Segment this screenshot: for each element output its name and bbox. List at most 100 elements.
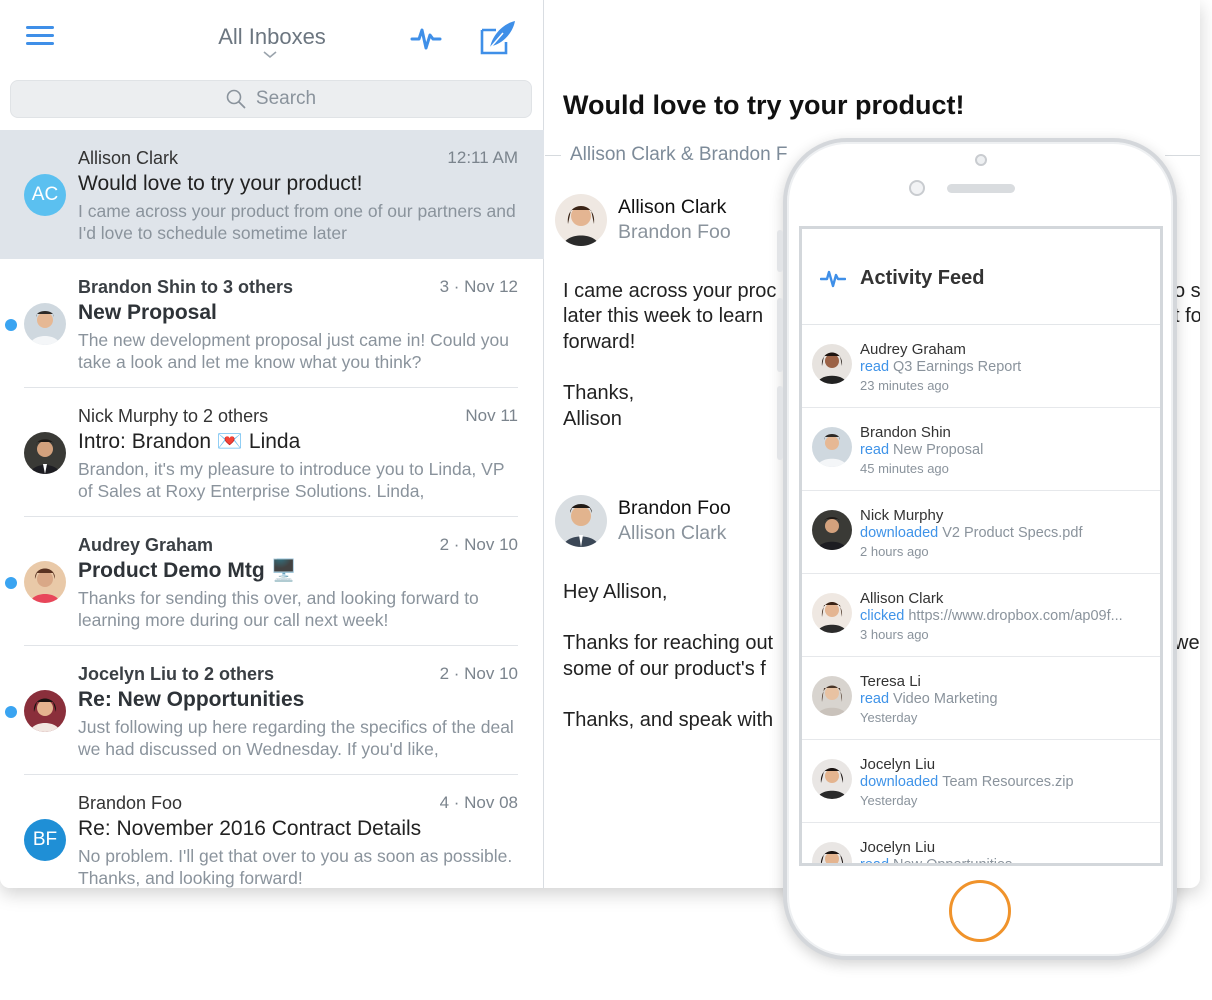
message-sender: Nick Murphy to 2 others	[78, 406, 269, 426]
activity-feed-title: Activity Feed	[860, 267, 985, 289]
camera	[975, 154, 987, 166]
unread-dot	[5, 319, 17, 331]
activity-item[interactable]: Brandon Shin read New Proposal 45 minutes…	[802, 408, 1160, 491]
message-preview: No problem. I'll get that over to you as…	[78, 846, 513, 888]
body-text: I came across your proc	[563, 280, 777, 302]
search-placeholder: Search	[255, 88, 317, 109]
activity-item[interactable]: Allison Clark clicked https://www.dropbox…	[802, 574, 1160, 657]
body-text: Thanks, and speak with	[563, 709, 774, 731]
body-text: later this week to learn	[563, 305, 764, 327]
activity-action: read New Opportunities	[860, 857, 1013, 866]
body-text: Thanks,	[563, 382, 635, 404]
thread-participants[interactable]: Allison Clark & Brandon F	[570, 144, 788, 166]
message-date: 12:11 AM	[447, 148, 518, 167]
avatar	[24, 561, 66, 603]
message-preview: The new development proposal just came i…	[78, 330, 509, 372]
activity-feed-header: Activity Feed	[802, 229, 1160, 325]
phone-device: Activity Feed Audrey Graham read Q3 Earni…	[777, 138, 1177, 960]
body-text: some of our product's f	[563, 658, 766, 680]
message-sender[interactable]: Allison Clark	[618, 196, 726, 219]
pulse-icon[interactable]	[410, 24, 442, 52]
body-text: Hey Allison,	[563, 581, 668, 603]
body-text: forward!	[563, 331, 636, 353]
message-date: 2 · Nov 10	[439, 535, 518, 554]
inbox-title[interactable]: All Inboxes	[0, 24, 544, 50]
message-row[interactable]: Brandon Shin to 3 others 3 · Nov 12 New …	[0, 259, 544, 388]
message-recipient[interactable]: Allison Clark	[618, 522, 726, 545]
activity-action: clicked https://www.dropbox.com/ap09f...	[860, 608, 1123, 624]
body-text-overflow: o s	[1174, 280, 1200, 302]
unread-dot	[5, 577, 17, 589]
thread-subject: Would love to try your product!	[563, 90, 965, 120]
search-input[interactable]: Search	[10, 80, 532, 118]
activity-time: 3 hours ago	[860, 627, 929, 642]
activity-action: read Q3 Earnings Report	[860, 359, 1022, 375]
avatar: AC	[24, 174, 66, 216]
avatar	[812, 842, 852, 863]
activity-item[interactable]: Teresa Li read Video Marketing Yesterday	[802, 657, 1160, 740]
message-row[interactable]: Audrey Graham 2 · Nov 10 Product Demo Mt…	[0, 517, 544, 646]
avatar	[24, 690, 66, 732]
message-preview: Thanks for sending this over, and lookin…	[78, 588, 479, 630]
message-sender: Allison Clark	[78, 148, 179, 168]
body-text-overflow: t fo	[1174, 305, 1200, 327]
activity-item[interactable]: Nick Murphy downloaded V2 Product Specs.p…	[802, 491, 1160, 574]
activity-time: Yesterday	[860, 710, 918, 725]
top-bar: All Inboxes	[0, 0, 544, 72]
message-sender[interactable]: Brandon Foo	[618, 497, 731, 520]
message-sender: Audrey Graham	[78, 535, 214, 555]
unread-dot	[5, 706, 17, 718]
activity-user: Brandon Shin	[860, 424, 951, 441]
message-row[interactable]: BF Brandon Foo 4 · Nov 08 Re: November 2…	[0, 775, 544, 888]
message-subject: Would love to try your product!	[78, 172, 363, 195]
home-button[interactable]	[949, 880, 1011, 942]
activity-time: 2 hours ago	[860, 544, 929, 559]
message-row[interactable]: Jocelyn Liu to 2 others 2 · Nov 10 Re: N…	[0, 646, 544, 775]
body-text: Allison	[563, 408, 622, 430]
activity-time: 23 minutes ago	[860, 378, 949, 393]
message-date: Nov 11	[465, 406, 518, 425]
avatar: BF	[24, 819, 66, 861]
avatar	[24, 303, 66, 345]
avatar	[555, 194, 607, 246]
activity-user: Audrey Graham	[860, 341, 966, 358]
body-text: Thanks for reaching out	[563, 632, 774, 654]
message-preview: Just following up here regarding the spe…	[78, 717, 514, 759]
speaker	[947, 184, 1015, 193]
activity-item[interactable]: Audrey Graham read Q3 Earnings Report 23 …	[802, 325, 1160, 408]
message-preview: Brandon, it's my pleasure to introduce y…	[78, 459, 505, 501]
avatar	[812, 759, 852, 799]
message-preview: I came across your product from one of o…	[78, 201, 516, 243]
chevron-down-icon[interactable]	[262, 50, 278, 60]
search-icon	[226, 89, 246, 109]
activity-user: Jocelyn Liu	[860, 839, 936, 856]
message-sender: Jocelyn Liu to 2 others	[78, 664, 275, 684]
message-row[interactable]: AC Allison Clark 12:11 AM Would love to …	[0, 130, 544, 259]
phone-screen: Activity Feed Audrey Graham read Q3 Earni…	[799, 226, 1163, 866]
avatar	[812, 593, 852, 633]
pulse-icon	[820, 270, 846, 288]
activity-user: Teresa Li	[860, 673, 921, 690]
message-recipient[interactable]: Brandon Foo	[618, 221, 731, 244]
message-date: 4 · Nov 08	[439, 793, 518, 812]
activity-user: Allison Clark	[860, 590, 944, 607]
message-subject: Intro: Brandon 💌 Linda	[78, 430, 301, 453]
avatar	[812, 510, 852, 550]
activity-user: Nick Murphy	[860, 507, 944, 524]
avatar	[24, 432, 66, 474]
avatar	[812, 676, 852, 716]
avatar	[812, 344, 852, 384]
activity-action: read Video Marketing	[860, 691, 998, 707]
activity-item[interactable]: Jocelyn Liu read New Opportunities	[802, 823, 1160, 866]
compose-feather-icon[interactable]	[478, 18, 518, 56]
message-list-pane: All Inboxes Search AC Allison Clark 12:1…	[0, 0, 544, 888]
message-subject: Re: November 2016 Contract Details	[78, 817, 422, 840]
message-row[interactable]: Nick Murphy to 2 others Nov 11 Intro: Br…	[0, 388, 544, 517]
message-subject: New Proposal	[78, 301, 217, 324]
message-subject: Product Demo Mtg 🖥️	[78, 559, 297, 582]
front-sensor	[909, 180, 925, 196]
message-sender: Brandon Shin to 3 others	[78, 277, 294, 297]
activity-time: Yesterday	[860, 793, 918, 808]
avatar	[555, 495, 607, 547]
activity-item[interactable]: Jocelyn Liu downloaded Team Resources.zip…	[802, 740, 1160, 823]
